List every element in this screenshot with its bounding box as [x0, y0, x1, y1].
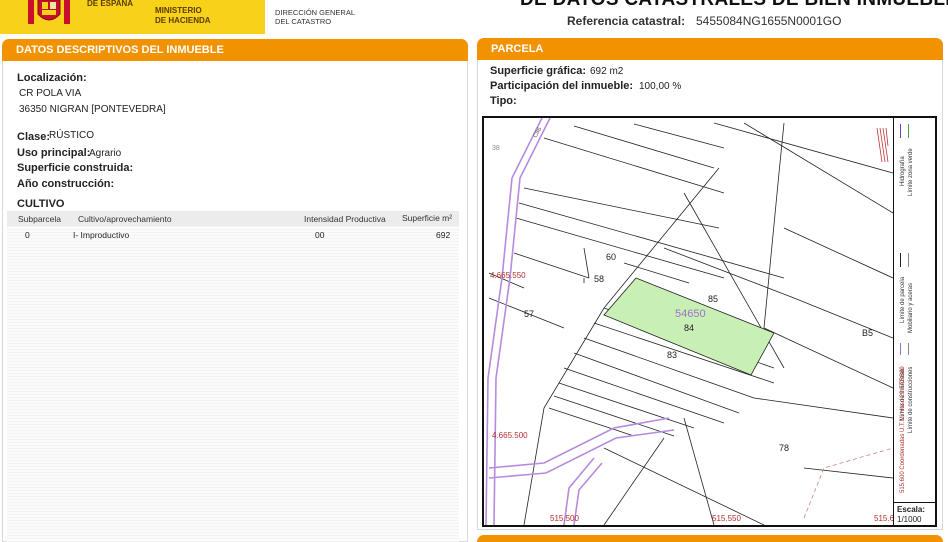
superficie-grafica-label: Superficie gráfica:	[490, 65, 586, 77]
parcel-id-label: 54650	[675, 308, 706, 320]
coat-of-arms-icon	[22, 0, 77, 26]
uso-value: Agrario	[89, 148, 122, 159]
parcel-number-85: 85	[708, 294, 718, 304]
col-subparcela: Subparcela	[18, 214, 62, 224]
table-header-row	[7, 211, 459, 226]
reference-value: 5455084NG1655N0001GO	[696, 14, 842, 28]
parcel-plot: 60 58 57 85 84 83 B5 78 38 C86 54650 4.6…	[485, 118, 893, 525]
cell-superficie: 692	[436, 230, 451, 240]
parcel-number-78: 78	[779, 443, 789, 453]
tipo-label: Tipo:	[490, 95, 517, 107]
north-arrow-icon	[876, 127, 889, 163]
document-title: DE DATOS CATASTRALES DE BIEN INMUEBLE	[520, 0, 948, 11]
cultivo-table: Subparcela Cultivo/aprovechamiento Inten…	[7, 211, 459, 542]
cell-intensidad: 00	[315, 230, 325, 240]
next-section-header	[477, 535, 943, 542]
descriptive-data-title: DATOS DESCRIPTIVOS DEL INMUEBLE	[16, 44, 224, 56]
clase-value: RÚSTICO	[49, 130, 94, 141]
coord-x-right: 515.6	[874, 514, 893, 523]
scale-value: 1/1000	[897, 515, 922, 524]
table-row: 0 I- Improductivo 00 692	[7, 227, 459, 241]
map-legend: Hidrografía Límite zona verde Límite de …	[893, 118, 935, 525]
parcel-number-38: 38	[492, 145, 500, 152]
col-intensidad: Intensidad Productiva	[304, 214, 386, 224]
coord-x-middle: 515.550	[712, 514, 741, 523]
participacion-value: 100,00 %	[639, 81, 682, 92]
directorate-name: DIRECCIÓN GENERAL DEL CATASTRO	[275, 8, 356, 26]
cell-subparcela: 0	[25, 230, 30, 240]
ministry-name: MINISTERIO DE HACIENDA	[155, 6, 211, 25]
parcela-header: PARCELA	[477, 38, 943, 60]
participacion-label: Participación del inmueble:	[490, 80, 634, 92]
parcel-number-83: 83	[667, 350, 677, 360]
address-line-1: CR POLA VIA	[19, 88, 82, 99]
cultivo-title: CULTIVO	[17, 198, 65, 210]
legend-limite-construcciones: Límite de construcciones	[908, 366, 914, 433]
parcel-number-84: 84	[684, 323, 694, 333]
parcel-number-b5: B5	[862, 328, 873, 338]
parcel-number-57: 57	[524, 309, 534, 319]
superficie-grafica-value: 692 m2	[590, 66, 624, 77]
coord-y-lower: 4.665.500	[492, 431, 528, 440]
legend-coordinates: 515.600 Coordenadas U.T.M. Huso 29 ETRS8…	[900, 366, 906, 493]
scale-label: Escala:	[897, 505, 926, 514]
clase-label: Clase:	[17, 131, 51, 143]
location-label: Localización:	[17, 72, 87, 84]
parcela-title: PARCELA	[491, 43, 544, 55]
col-cultivo: Cultivo/aprovechamiento	[78, 214, 172, 224]
parcel-number-58: 58	[594, 274, 604, 284]
cadastral-map[interactable]: 60 58 57 85 84 83 B5 78 38 C86 54650 4.6…	[482, 116, 937, 527]
cell-cultivo: I- Improductivo	[73, 230, 130, 240]
address-line-2: 36350 NIGRAN [PONTEVEDRA]	[19, 104, 166, 115]
reference-label: Referencia catastral:	[567, 14, 686, 28]
descriptive-data-header: DATOS DESCRIPTIVOS DEL INMUEBLE	[2, 39, 468, 61]
legend-mobiliario: Mobiliario y aceras	[908, 282, 914, 333]
coord-y-upper: 4.665.550	[490, 271, 526, 280]
col-superficie: Superficie m²	[402, 213, 453, 223]
parcel-number-60: 60	[606, 252, 616, 262]
legend-hidrografia: Hidrografía	[900, 156, 906, 186]
government-name: DE ESPAÑA	[87, 0, 134, 8]
legend-zona-verde: Límite zona verde	[908, 148, 914, 196]
superficie-construida-label: Superficie construida:	[17, 162, 134, 174]
ano-construccion-label: Año construcción:	[17, 178, 115, 190]
coord-x-left: 515.500	[550, 514, 579, 523]
legend-limite-parcela: Límite de parcela	[900, 276, 906, 323]
uso-label: Uso principal:	[17, 147, 91, 159]
